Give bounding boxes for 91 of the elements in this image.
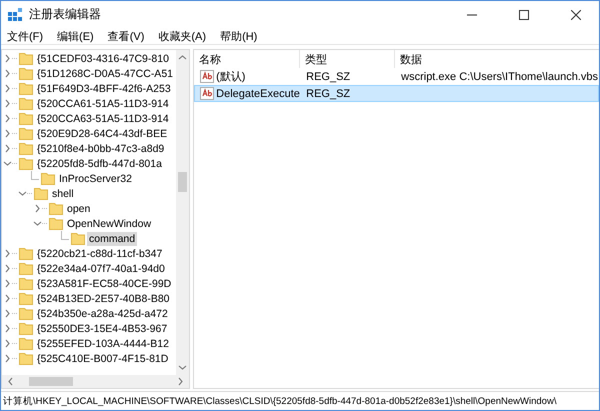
tree-item[interactable]: {52205fd8-5dfb-447d-801a <box>35 156 164 170</box>
tree-item[interactable]: {52550DE3-15E4-4B53-967 <box>35 322 170 336</box>
folder-icon <box>19 127 33 140</box>
folder-icon <box>71 232 85 245</box>
value-row[interactable]: (默认) REG_SZ wscript.exe C:\Users\IThome\launch.vbs <box>194 68 599 85</box>
folder-icon <box>19 112 33 125</box>
scrollbar-thumb[interactable] <box>178 172 188 192</box>
expand-caret-icon[interactable] <box>2 84 12 93</box>
folder-icon <box>19 337 33 350</box>
tree-item[interactable]: {522e34a4-07f7-40a1-94d0 <box>35 262 167 276</box>
tree-item[interactable]: {5210f8e4-b0bb-47c3-a8d9 <box>35 142 166 156</box>
expand-caret-icon[interactable] <box>2 264 12 273</box>
scroll-right-icon[interactable] <box>176 377 186 386</box>
expand-caret-icon[interactable] <box>32 204 42 213</box>
tree-item[interactable]: {5255EFED-103A-4444-B12 <box>35 336 171 350</box>
menu-item[interactable]: 文件(F) <box>5 28 46 44</box>
string-value-icon <box>200 70 214 83</box>
scroll-up-icon[interactable] <box>178 53 188 62</box>
tree-item[interactable]: {51F649D3-4BFF-42f6-A253 <box>35 82 173 96</box>
folder-icon <box>19 322 33 335</box>
tree-item[interactable]: InProcServer32 <box>57 172 134 186</box>
tree-item[interactable]: {524b350e-a28a-425d-a472 <box>35 306 170 320</box>
folder-icon <box>19 352 33 365</box>
collapse-caret-icon[interactable] <box>2 159 12 168</box>
tree-item[interactable]: {51D1268C-D0A5-47CC-A51 <box>35 66 175 80</box>
folder-icon <box>19 97 33 110</box>
folder-icon <box>19 247 33 260</box>
menu-item[interactable]: 收藏夹(A) <box>156 28 208 44</box>
registry-app-icon <box>7 6 23 22</box>
close-icon <box>571 10 581 20</box>
tree-item[interactable]: {520CCA61-51A5-11D3-914 <box>35 96 171 110</box>
folder-icon <box>19 142 33 155</box>
menu-item[interactable]: 查看(V) <box>106 28 146 44</box>
column-header[interactable]: 名称 <box>194 50 300 68</box>
tree-item[interactable]: {523A581F-EC58-40CE-99D <box>35 276 174 290</box>
value-name: (默认) <box>216 70 246 84</box>
expand-caret-icon[interactable] <box>2 69 12 78</box>
expand-caret-icon[interactable] <box>2 54 12 63</box>
value-name: DelegateExecute <box>216 88 300 100</box>
maximize-icon <box>519 10 529 20</box>
value-row[interactable]: DelegateExecute REG_SZ <box>194 85 599 102</box>
folder-icon <box>49 202 63 215</box>
folder-icon <box>19 262 33 275</box>
expand-caret-icon[interactable] <box>2 99 12 108</box>
menu-item[interactable]: 编辑(E) <box>55 28 96 44</box>
status-path: 计算机\HKEY_LOCAL_MACHINE\SOFTWARE\Classes\CLSID\{52205fd8-5dfb-447d-801a-d0b52f2e83e1}\shell\OpenNewWindow\ <box>3 394 556 408</box>
folder-icon <box>19 67 33 80</box>
scrollbar-thumb[interactable] <box>29 377 73 386</box>
folder-icon <box>19 157 33 170</box>
expand-caret-icon[interactable] <box>2 114 12 123</box>
expand-caret-icon[interactable] <box>2 294 12 303</box>
tree-item[interactable]: {520E9D28-64C4-43df-BEE <box>35 126 170 140</box>
tree-item[interactable]: {525C410E-B007-4F15-81D <box>35 352 170 366</box>
tree-item[interactable]: open <box>65 202 92 216</box>
tree-item[interactable]: {520CCA63-51A5-11D3-914 <box>35 112 171 126</box>
expand-caret-icon[interactable] <box>2 129 12 138</box>
value-type: REG_SZ <box>306 88 350 100</box>
value-data: wscript.exe C:\Users\IThome\launch.vbs <box>401 70 598 82</box>
column-header[interactable]: 类型 <box>300 50 396 68</box>
tree-item[interactable]: OpenNewWindow <box>65 216 154 230</box>
tree-item[interactable]: shell <box>50 186 76 200</box>
vertical-scrollbar[interactable] <box>176 50 190 375</box>
menu-item[interactable]: 帮助(H) <box>218 28 260 44</box>
folder-icon <box>49 217 63 230</box>
expand-caret-icon[interactable] <box>2 144 12 153</box>
collapse-caret-icon[interactable] <box>18 189 26 198</box>
value-type: REG_SZ <box>306 70 350 82</box>
tree-item[interactable]: {5220cb21-c88d-11cf-b347 <box>35 246 164 260</box>
folder-icon <box>19 307 33 320</box>
scroll-left-icon[interactable] <box>6 377 15 386</box>
tree-item[interactable]: {51CEDF03-4316-47C9-810 <box>35 52 171 66</box>
folder-icon <box>19 292 33 305</box>
scroll-down-icon[interactable] <box>178 363 188 372</box>
collapse-caret-icon[interactable] <box>32 219 42 228</box>
window-title: 注册表编辑器 <box>29 6 101 23</box>
tree-item[interactable]: {524B13ED-2E57-40B8-B80 <box>35 292 172 306</box>
expand-caret-icon[interactable] <box>2 354 12 363</box>
expand-caret-icon[interactable] <box>2 324 12 333</box>
string-value-icon <box>200 87 214 100</box>
folder-icon <box>19 82 33 95</box>
folder-icon <box>19 52 33 65</box>
tree-item[interactable]: command <box>87 232 138 246</box>
folder-icon <box>19 277 33 290</box>
column-header[interactable]: 数据 <box>395 50 599 68</box>
expand-caret-icon[interactable] <box>2 309 12 318</box>
folder-icon <box>41 172 55 185</box>
horizontal-scrollbar[interactable] <box>2 375 190 388</box>
expand-caret-icon[interactable] <box>2 249 12 258</box>
expand-caret-icon[interactable] <box>2 339 12 348</box>
folder-icon <box>34 187 48 200</box>
expand-caret-icon[interactable] <box>2 279 12 288</box>
